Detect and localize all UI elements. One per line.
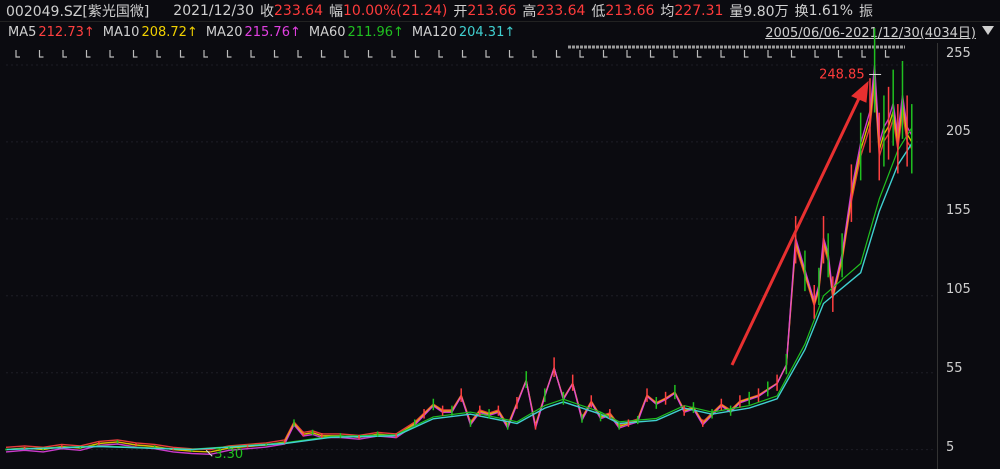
event-marker-icon (861, 50, 866, 58)
annotation-arrow-head-icon (851, 80, 869, 103)
event-marker-icon (38, 50, 44, 58)
event-marker-icon (203, 50, 208, 58)
event-marker-icon (250, 50, 255, 58)
price-series-line (5, 83, 913, 451)
event-marker-icon (555, 50, 561, 58)
event-marker-icon (109, 50, 114, 58)
event-marker-icon (461, 50, 467, 58)
event-marker-icon (790, 50, 796, 58)
event-marker-icon (720, 50, 725, 58)
price-chart[interactable]: 248.85 3.30 (0, 0, 1000, 469)
ma120-series-line (5, 143, 913, 451)
event-marker-icon (508, 50, 514, 58)
event-marker-icon (226, 50, 232, 58)
event-marker-icon (673, 50, 678, 58)
event-marker-icon (814, 50, 819, 58)
event-marker-icon (132, 50, 138, 58)
event-marker-icon (485, 50, 490, 58)
event-marker-icon (85, 50, 91, 58)
event-marker-icon (344, 50, 349, 58)
price-series-line (5, 74, 913, 453)
event-marker-icon (62, 50, 67, 58)
stock-chart-window: 002049.SZ[紫光国微] 2021/12/30 收 233.64 幅 10… (0, 0, 1000, 469)
event-marker-icon (532, 50, 537, 58)
event-marker-icon (273, 50, 279, 58)
event-marker-icon (884, 50, 890, 58)
event-marker-icon (320, 50, 326, 58)
low-price-label: 3.30 (214, 447, 243, 462)
event-marker-icon (438, 50, 443, 58)
annotation-arrow-line (730, 91, 864, 366)
event-marker-icon (414, 50, 420, 58)
event-marker-icon (696, 50, 702, 58)
event-marker-icon (767, 50, 772, 58)
event-marker-icon (602, 50, 608, 58)
event-marker-icon (367, 50, 373, 58)
event-marker-icon (15, 50, 20, 58)
event-marker-icon (837, 50, 843, 58)
event-marker-icon (626, 50, 631, 58)
event-marker-icon (391, 50, 396, 58)
event-marker-icon (649, 50, 655, 58)
high-price-label: 248.85 (819, 67, 865, 82)
event-marker-icon (179, 50, 185, 58)
event-marker-icon (743, 50, 749, 58)
event-marker-icon (297, 50, 302, 58)
event-marker-icon (579, 50, 584, 58)
event-marker-icon (156, 50, 161, 58)
